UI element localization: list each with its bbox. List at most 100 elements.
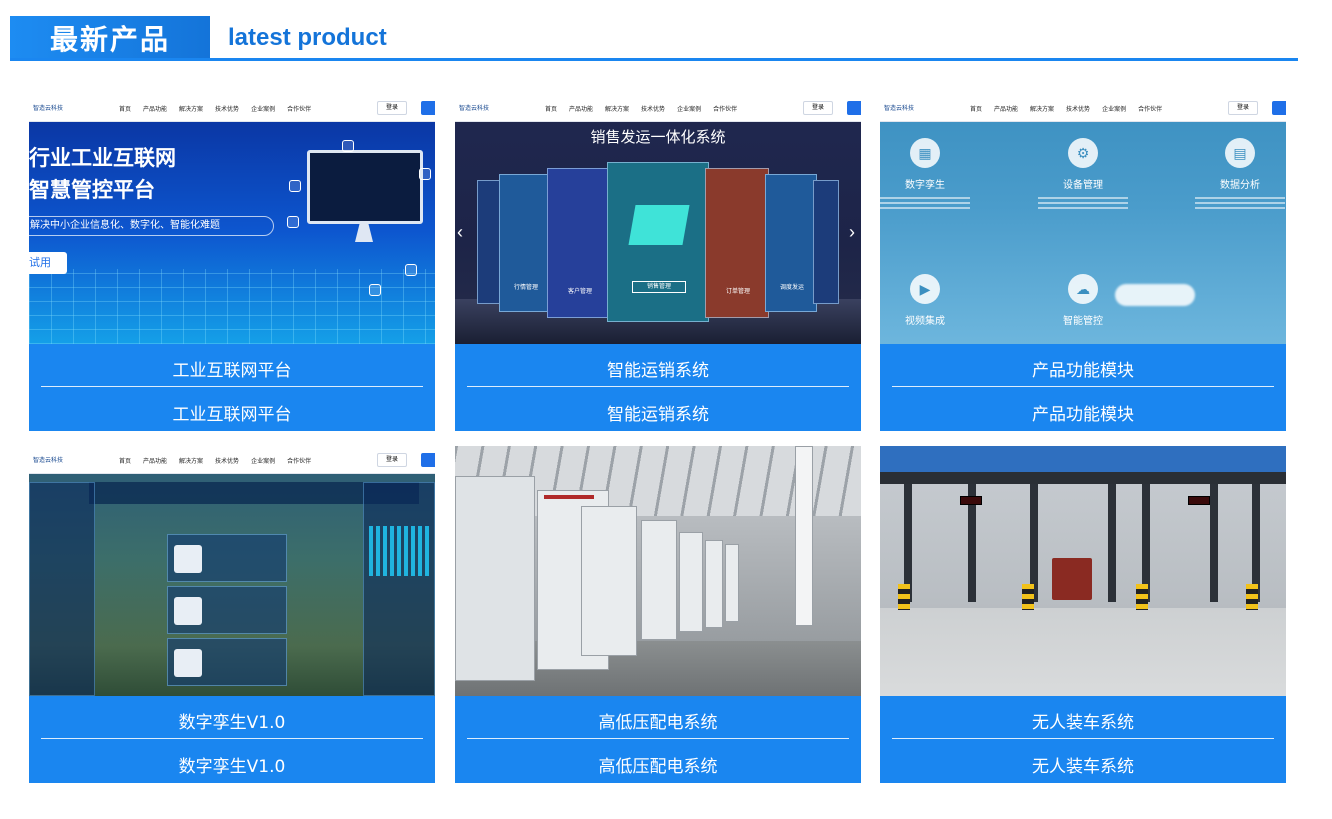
carousel-prev-icon: ‹ <box>457 222 463 242</box>
mock-nav-link: 产品功能 <box>994 106 1019 113</box>
mock-nav-link: 首页 <box>119 106 132 113</box>
mock-nav-link: 合作伙伴 <box>287 458 312 465</box>
support-column <box>1210 484 1218 602</box>
mock-site-nav: 智造云科技 首页 产品功能 解决方案 技术优势 企业案例 合作伙伴 登录 <box>29 94 435 122</box>
carousel-panel: 行情管理 <box>499 174 551 312</box>
mock-nav-link: 解决方案 <box>179 458 204 465</box>
product-card-industrial-internet[interactable]: 智造云科技 首页 产品功能 解决方案 技术优势 企业案例 合作伙伴 登录 行业工… <box>29 94 435 431</box>
product-card-digital-twin[interactable]: 智造云科技 首页 产品功能 解决方案 技术优势 企业案例 合作伙伴 登录 数字孪… <box>29 446 435 783</box>
floating-icon <box>289 180 301 192</box>
mock-nav-link: 企业案例 <box>251 106 276 113</box>
card-title: 产品功能模块 <box>1032 361 1134 381</box>
product-card-unmanned-loading[interactable]: 无人装车系统 无人装车系统 <box>880 446 1286 783</box>
mock-nav-links: 首页 产品功能 解决方案 技术优势 企业案例 合作伙伴 <box>119 104 311 113</box>
mock-nav-link: 企业案例 <box>1102 106 1127 113</box>
header-divider <box>10 58 1298 61</box>
mock-nav-link: 技术优势 <box>215 106 240 113</box>
product-photo[interactable] <box>455 446 861 696</box>
mock-nav-link: 解决方案 <box>179 106 204 113</box>
card-subtitle: 工业互联网平台 <box>172 405 292 425</box>
bar-chart-graphic <box>369 526 429 576</box>
device-icon <box>174 545 202 573</box>
carousel-panel-active: 销售管理 <box>607 162 709 322</box>
product-screenshot[interactable]: 智造云科技 首页 产品功能 解决方案 技术优势 企业案例 合作伙伴 登录 <box>29 446 435 696</box>
product-card-feature-modules[interactable]: 智造云科技 首页 产品功能 解决方案 技术优势 企业案例 合作伙伴 登录 ▦ 数… <box>880 94 1286 431</box>
card-title: 无人装车系统 <box>1032 713 1134 733</box>
product-screenshot[interactable]: 智造云科技 首页 产品功能 解决方案 技术优势 企业案例 合作伙伴 登录 销售发… <box>455 94 861 344</box>
mock-nav-link: 合作伙伴 <box>713 106 738 113</box>
mock-nav-link: 解决方案 <box>605 106 630 113</box>
mock-register-button <box>421 101 435 115</box>
cabinet <box>725 544 739 622</box>
floating-icon <box>287 216 299 228</box>
platform-graphic <box>628 205 690 245</box>
product-photo[interactable] <box>880 446 1286 696</box>
mock-nav-link: 首页 <box>119 458 132 465</box>
panel-label: 行情管理 <box>513 285 538 291</box>
feature-description <box>1195 197 1285 211</box>
video-icon: ▶ <box>910 274 940 304</box>
product-card-power-distribution[interactable]: 高低压配电系统 高低压配电系统 <box>455 446 861 783</box>
carousel-panel <box>813 180 839 304</box>
caption-divider <box>41 738 423 739</box>
product-card-smart-sales[interactable]: 智造云科技 首页 产品功能 解决方案 技术优势 企业案例 合作伙伴 登录 销售发… <box>455 94 861 431</box>
mock-nav-link: 产品功能 <box>143 458 168 465</box>
system-title: 销售发运一体化系统 <box>590 128 726 146</box>
device-icon <box>174 597 202 625</box>
cloud-graphic <box>1115 284 1195 306</box>
card-title: 工业互联网平台 <box>172 361 292 381</box>
chart-icon: ▦ <box>910 138 940 168</box>
feature-label: 数据分析 <box>1220 180 1260 191</box>
led-display <box>1188 496 1210 505</box>
card-subtitle: 智能运销系统 <box>607 405 709 425</box>
product-screenshot[interactable]: 智造云科技 首页 产品功能 解决方案 技术优势 企业案例 合作伙伴 登录 ▦ 数… <box>880 94 1286 344</box>
feature-video-integration: ▶ 视频集成 <box>880 274 990 327</box>
mock-register-button <box>421 453 435 467</box>
feature-label: 智能管控 <box>1063 316 1103 327</box>
floating-icon <box>342 140 354 152</box>
mock-nav-link: 合作伙伴 <box>287 106 312 113</box>
mock-nav-link: 企业案例 <box>677 106 702 113</box>
carousel-next-icon: › <box>849 222 855 242</box>
cabinet <box>641 520 677 640</box>
cabinet <box>705 540 723 628</box>
try-button: 试用 <box>29 252 67 274</box>
safety-barrier <box>1022 584 1034 610</box>
cloud-icon: ☁ <box>1068 274 1098 304</box>
floating-icon <box>405 264 417 276</box>
floating-icon <box>369 284 381 296</box>
carousel-panel: 订单管理 <box>705 168 769 318</box>
card-subtitle: 数字孪生V1.0 <box>178 757 286 777</box>
feature-description <box>1038 197 1128 211</box>
card-subtitle: 高低压配电系统 <box>598 757 718 777</box>
caption-divider <box>41 386 423 387</box>
mock-nav-links: 首页 产品功能 解决方案 技术优势 企业案例 合作伙伴 <box>970 104 1162 113</box>
panel-label: 调度发运 <box>779 285 804 291</box>
device-status-card <box>167 586 287 634</box>
card-caption: 高低压配电系统 高低压配电系统 <box>455 696 861 783</box>
mock-site-nav: 智造云科技 首页 产品功能 解决方案 技术优势 企业案例 合作伙伴 登录 <box>29 446 435 474</box>
mock-login-button: 登录 <box>803 101 833 115</box>
dashboard-right-panel <box>363 482 435 696</box>
led-display <box>960 496 982 505</box>
mock-nav-link: 产品功能 <box>143 106 168 113</box>
floating-icon <box>419 168 431 180</box>
mock-logo: 智造云科技 <box>33 457 64 464</box>
mock-nav-link: 技术优势 <box>215 458 240 465</box>
safety-barrier <box>898 584 910 610</box>
pillar <box>795 446 813 626</box>
mock-nav-links: 首页 产品功能 解决方案 技术优势 企业案例 合作伙伴 <box>119 456 311 465</box>
product-screenshot[interactable]: 智造云科技 首页 产品功能 解决方案 技术优势 企业案例 合作伙伴 登录 行业工… <box>29 94 435 344</box>
card-caption: 数字孪生V1.0 数字孪生V1.0 <box>29 696 435 783</box>
monitor-graphic <box>307 150 423 224</box>
caption-divider <box>467 738 849 739</box>
grid-floor-graphic <box>29 269 435 344</box>
mock-nav-link: 企业案例 <box>251 458 276 465</box>
mock-nav-link: 首页 <box>545 106 558 113</box>
gear-icon: ⚙ <box>1068 138 1098 168</box>
cabinet-frame <box>455 476 535 681</box>
caption-divider <box>467 386 849 387</box>
card-subtitle: 产品功能模块 <box>1032 405 1134 425</box>
mock-nav-link: 产品功能 <box>569 106 594 113</box>
cabinet <box>679 532 703 632</box>
